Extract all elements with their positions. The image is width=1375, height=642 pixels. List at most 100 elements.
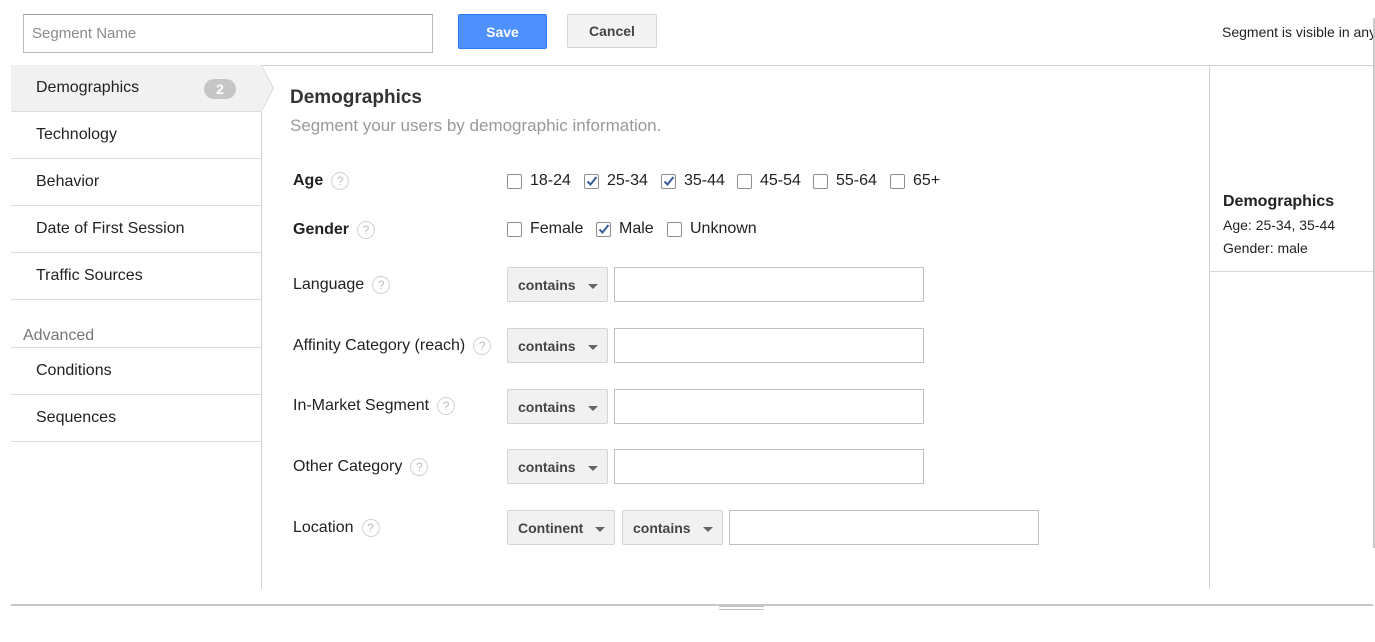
location-value-input[interactable]	[729, 510, 1039, 545]
checkbox-label: 45-54	[760, 172, 801, 189]
dropdown-value: contains	[518, 458, 576, 475]
sidebar-item-label: Conditions	[36, 362, 112, 379]
other-category-label: Other Category ?	[293, 458, 429, 476]
help-icon[interactable]: ?	[331, 172, 350, 190]
checkbox-label: Female	[530, 220, 584, 237]
chevron-down-icon	[703, 527, 713, 532]
sidebar-item-label: Behavior	[36, 173, 100, 190]
age-option-45-54[interactable]: 45-54	[737, 172, 801, 190]
checkbox[interactable]	[584, 173, 599, 189]
checkbox-label: 25-34	[607, 172, 648, 189]
help-icon[interactable]: ?	[437, 397, 456, 415]
location-scope-dropdown[interactable]: Continent	[507, 510, 615, 545]
help-icon[interactable]: ?	[361, 519, 380, 537]
sidebar-item-label: Traffic Sources	[36, 267, 143, 284]
sidebar-item-date-of-first-session[interactable]: Date of First Session	[11, 206, 261, 253]
affinity-value-input[interactable]	[614, 328, 924, 363]
save-button[interactable]: Save	[458, 14, 547, 49]
checkbox-label: Unknown	[690, 220, 757, 237]
summary-title: Demographics	[1223, 193, 1335, 210]
checkbox[interactable]	[661, 173, 676, 189]
age-label-text: Age	[293, 172, 324, 189]
help-icon[interactable]: ?	[473, 337, 492, 355]
sidebar-item-conditions[interactable]: Conditions	[11, 348, 261, 395]
chevron-down-icon	[588, 345, 598, 350]
checkbox-label: Male	[619, 220, 654, 237]
sidebar-item-traffic-sources[interactable]: Traffic Sources	[11, 253, 261, 300]
filter-label-text: Other Category	[293, 458, 403, 475]
count-badge: 2	[204, 79, 236, 99]
in-market-segment-label: In-Market Segment ?	[293, 397, 456, 415]
checkbox[interactable]	[813, 173, 828, 189]
summary-age: Age: 25-34, 35-44	[1223, 217, 1336, 233]
help-icon[interactable]: ?	[372, 276, 391, 294]
help-icon[interactable]: ?	[357, 221, 376, 239]
resize-grip[interactable]	[719, 606, 764, 613]
chevron-down-icon	[595, 527, 605, 532]
other-category-value-input[interactable]	[614, 449, 924, 484]
advanced-section-label: Advanced	[23, 327, 95, 344]
page-subtitle: Segment your users by demographic inform…	[290, 116, 662, 135]
language-value-input[interactable]	[614, 267, 924, 302]
dropdown-value: contains	[518, 398, 576, 415]
gender-option-male[interactable]: Male	[596, 220, 654, 238]
summary-divider-line	[1210, 271, 1373, 272]
checkbox[interactable]	[890, 173, 905, 189]
sidebar-item-label: Date of First Session	[36, 220, 185, 237]
dropdown-value: Continent	[518, 519, 584, 536]
language-operator-dropdown[interactable]: contains	[507, 267, 608, 302]
help-icon[interactable]: ?	[410, 458, 429, 476]
checkbox[interactable]	[507, 221, 522, 237]
language-label: Language ?	[293, 276, 391, 294]
page-title: Demographics	[290, 87, 422, 108]
sidebar-item-label: Technology	[36, 126, 117, 143]
chevron-down-icon	[588, 406, 598, 411]
age-option-35-44[interactable]: 35-44	[661, 172, 725, 190]
gender-option-unknown[interactable]: Unknown	[667, 220, 757, 238]
gender-label-text: Gender	[293, 221, 350, 238]
gender-label: Gender ?	[293, 221, 376, 239]
age-option-18-24[interactable]: 18-24	[507, 172, 571, 190]
segment-name-input[interactable]	[23, 14, 433, 53]
checkbox-label: 65+	[913, 172, 941, 189]
chevron-down-icon	[588, 284, 598, 289]
checkbox[interactable]	[667, 221, 682, 237]
sidebar-item-sequences[interactable]: Sequences	[11, 395, 261, 442]
summary-divider	[1209, 65, 1210, 589]
sidebar-item-behavior[interactable]: Behavior	[11, 159, 261, 206]
sidebar-item-technology[interactable]: Technology	[11, 112, 261, 159]
dropdown-value: contains	[633, 519, 691, 536]
checkbox[interactable]	[737, 173, 752, 189]
bottom-divider	[11, 604, 1373, 606]
filter-label-text: In-Market Segment	[293, 397, 430, 414]
other-category-operator-dropdown[interactable]: contains	[507, 449, 608, 484]
cancel-button[interactable]: Cancel	[567, 14, 657, 48]
location-operator-dropdown[interactable]: contains	[622, 510, 723, 545]
chevron-down-icon	[588, 466, 598, 471]
checkbox-label: 18-24	[530, 172, 571, 189]
sidebar-item-label: Sequences	[36, 409, 117, 426]
affinity-operator-dropdown[interactable]: contains	[507, 328, 608, 363]
active-nav-pointer	[261, 65, 273, 112]
checkbox-label: 35-44	[684, 172, 725, 189]
age-option-25-34[interactable]: 25-34	[584, 172, 648, 190]
summary-gender: Gender: male	[1223, 240, 1308, 256]
in-market-value-input[interactable]	[614, 389, 924, 424]
gender-option-female[interactable]: Female	[507, 220, 583, 238]
dropdown-value: contains	[518, 337, 576, 354]
filter-label-text: Affinity Category (reach)	[293, 337, 466, 354]
age-option-65-plus[interactable]: 65+	[890, 172, 940, 190]
location-label: Location ?	[293, 519, 380, 537]
checkbox-label: 55-64	[836, 172, 877, 189]
age-option-55-64[interactable]: 55-64	[813, 172, 877, 190]
affinity-category-label: Affinity Category (reach) ?	[293, 337, 492, 355]
visibility-text: Segment is visible in any	[1222, 24, 1375, 40]
filter-label-text: Location	[293, 519, 354, 536]
in-market-operator-dropdown[interactable]: contains	[507, 389, 608, 424]
checkbox[interactable]	[596, 221, 611, 237]
sidebar-divider	[261, 65, 262, 589]
filter-label-text: Language	[293, 276, 365, 293]
age-label: Age ?	[293, 172, 350, 190]
checkbox[interactable]	[507, 173, 522, 189]
sidebar-item-label: Demographics	[36, 79, 140, 96]
